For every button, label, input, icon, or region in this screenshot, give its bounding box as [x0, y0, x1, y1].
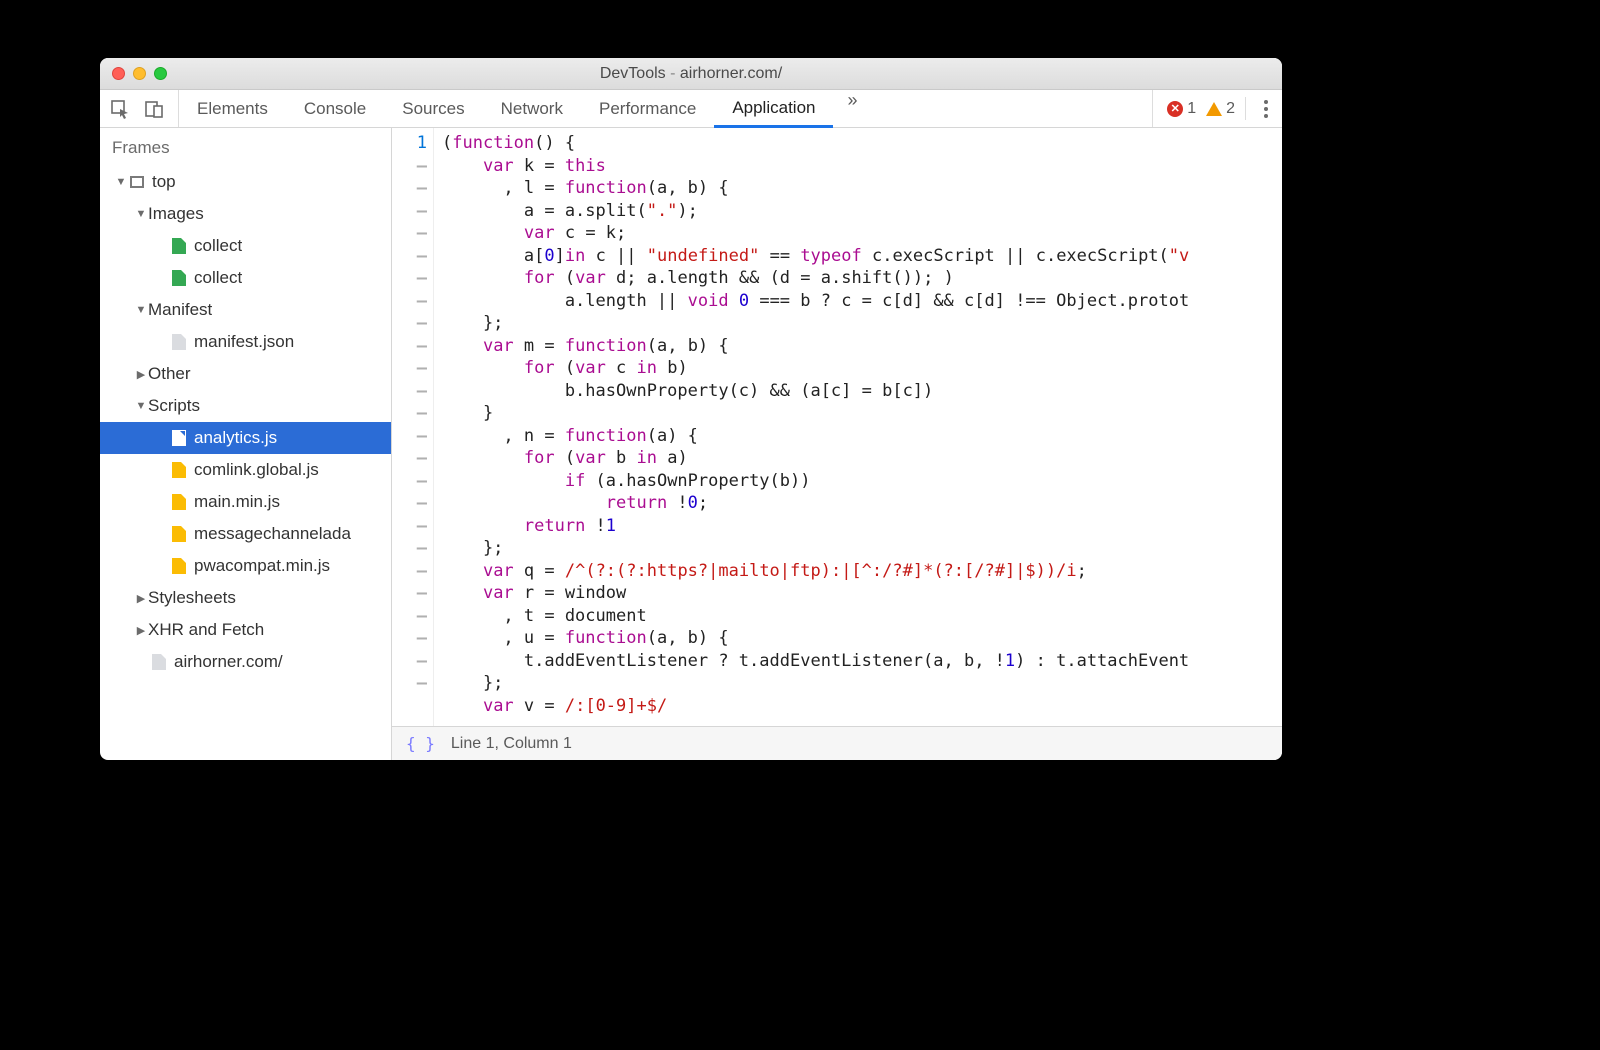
file-collect-1[interactable]: collect [100, 230, 391, 262]
error-icon: ✕ [1167, 101, 1183, 117]
frame-icon [130, 176, 144, 188]
pretty-print-icon[interactable]: { } [406, 734, 435, 753]
zoom-icon[interactable] [154, 67, 167, 80]
cursor-position: Line 1, Column 1 [451, 735, 572, 753]
device-toolbar-icon[interactable] [144, 99, 164, 119]
more-tabs-icon[interactable]: » [833, 90, 871, 127]
window-title: DevTools - airhorner.com/ [100, 65, 1282, 83]
sidebar-heading: Frames [100, 128, 391, 166]
group-xhr[interactable]: ▶XHR and Fetch [100, 614, 391, 646]
titlebar: DevTools - airhorner.com/ [100, 58, 1282, 90]
source-editor: 1 ––– ––– ––– ––– ––– ––– ––– ––– (funct… [392, 128, 1282, 760]
script-file-icon [172, 430, 186, 446]
script-file-icon [172, 558, 186, 574]
file-root[interactable]: airhorner.com/ [100, 646, 391, 678]
script-file-icon [172, 494, 186, 510]
tab-console[interactable]: Console [286, 90, 384, 127]
close-icon[interactable] [112, 67, 125, 80]
tab-network[interactable]: Network [483, 90, 581, 127]
frame-top[interactable]: ▼ top [100, 166, 391, 198]
group-other[interactable]: ▶Other [100, 358, 391, 390]
errors-badge[interactable]: ✕ 1 [1167, 100, 1196, 118]
file-collect-2[interactable]: collect [100, 262, 391, 294]
warnings-count: 2 [1226, 100, 1235, 118]
group-stylesheets[interactable]: ▶Stylesheets [100, 582, 391, 614]
frames-sidebar: Frames ▼ top ▼Images collect collect [100, 128, 392, 760]
file-comlink[interactable]: comlink.global.js [100, 454, 391, 486]
editor-statusbar: { } Line 1, Column 1 [392, 726, 1282, 760]
warnings-badge[interactable]: 2 [1206, 100, 1235, 118]
file-manifest[interactable]: manifest.json [100, 326, 391, 358]
file-analytics[interactable]: analytics.js [100, 422, 391, 454]
source-code[interactable]: (function() { var k = this , l = functio… [434, 128, 1282, 726]
line-gutter[interactable]: 1 ––– ––– ––– ––– ––– ––– ––– ––– [392, 128, 434, 726]
devtools-toolbar: Elements Console Sources Network Perform… [100, 90, 1282, 128]
file-icon [152, 654, 166, 670]
script-file-icon [172, 526, 186, 542]
settings-menu-icon[interactable] [1256, 100, 1272, 118]
tab-elements[interactable]: Elements [179, 90, 286, 127]
tab-performance[interactable]: Performance [581, 90, 714, 127]
image-file-icon [172, 238, 186, 254]
panel-tabs: Elements Console Sources Network Perform… [179, 90, 872, 127]
image-file-icon [172, 270, 186, 286]
group-images[interactable]: ▼Images [100, 198, 391, 230]
file-icon [172, 334, 186, 350]
group-manifest[interactable]: ▼Manifest [100, 294, 391, 326]
errors-count: 1 [1187, 100, 1196, 118]
warning-icon [1206, 102, 1222, 116]
file-pwacompat[interactable]: pwacompat.min.js [100, 550, 391, 582]
file-main[interactable]: main.min.js [100, 486, 391, 518]
inspect-element-icon[interactable] [110, 99, 130, 119]
line-number: 1 [392, 132, 427, 155]
minimize-icon[interactable] [133, 67, 146, 80]
file-messagechannel[interactable]: messagechannelada [100, 518, 391, 550]
tab-sources[interactable]: Sources [384, 90, 482, 127]
devtools-window: DevTools - airhorner.com/ Elements Conso… [100, 58, 1282, 760]
group-scripts[interactable]: ▼Scripts [100, 390, 391, 422]
script-file-icon [172, 462, 186, 478]
traffic-lights [100, 67, 167, 80]
tab-application[interactable]: Application [714, 90, 833, 128]
